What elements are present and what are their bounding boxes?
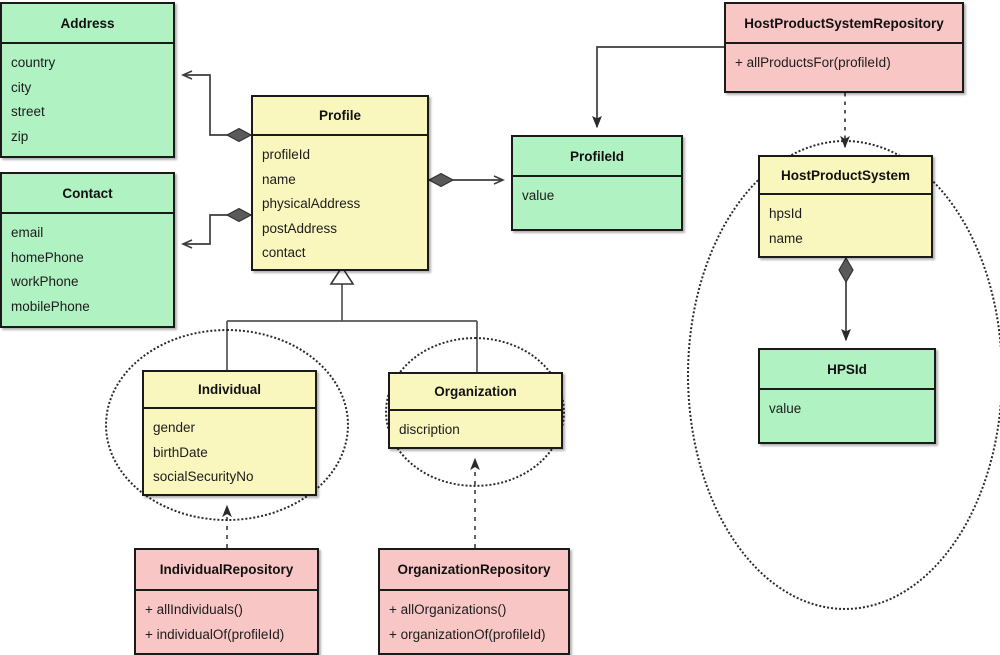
class-box-hostproductsystemrepository[interactable]: HostProductSystemRepository + allProducts…	[724, 2, 964, 93]
class-member: + organizationOf(profileId)	[389, 626, 546, 642]
class-title-profileid: ProfileId	[513, 137, 681, 177]
class-member: workPhone	[11, 274, 79, 289]
class-member: + individualOf(profileId)	[145, 626, 285, 642]
class-title-organizationrepository: OrganizationRepository	[380, 550, 568, 591]
class-box-contact[interactable]: Contact email homePhone workPhone mobilePhon…	[0, 172, 175, 328]
class-member: postAddress	[262, 220, 338, 236]
class-members-hpsid: value	[760, 390, 934, 428]
class-member: physicalAddress	[262, 196, 361, 211]
class-box-organizationrepository[interactable]: OrganizationRepository + allOrganizations…	[378, 548, 570, 655]
class-members-individualrepository: + allIndividuals() + individualOf(profile…	[136, 591, 317, 653]
class-member: mobilePhone	[11, 298, 90, 314]
class-member: gender	[153, 420, 196, 435]
class-title-hostproductsystemrepository: HostProductSystemRepository	[726, 4, 962, 44]
edge-profile-profileid	[427, 172, 505, 188]
class-members-hostproductsystemrepository: + allProductsFor(profileId)	[726, 44, 962, 82]
class-box-address[interactable]: Address country city street zip	[0, 2, 175, 158]
class-member: + allIndividuals()	[145, 602, 243, 617]
class-box-organization[interactable]: Organization discription	[388, 372, 563, 449]
class-member: name	[262, 171, 296, 187]
class-members-hostproductsystem: hpsId name	[760, 195, 931, 257]
edge-profile-address	[181, 70, 253, 143]
class-member: zip	[11, 128, 29, 144]
class-box-individualrepository[interactable]: IndividualRepository + allIndividuals() + …	[134, 548, 319, 655]
class-title-address: Address	[2, 4, 173, 44]
class-member: value	[522, 188, 555, 203]
class-member: homePhone	[11, 249, 84, 265]
class-members-organization: discription	[390, 411, 561, 449]
class-member: + allProductsFor(profileId)	[735, 55, 891, 70]
class-member: country	[11, 55, 56, 70]
class-member: birthDate	[153, 444, 208, 460]
edge-hpsrepo-profileid	[597, 46, 724, 127]
class-title-individual: Individual	[144, 372, 315, 409]
class-member: + allOrganizations()	[389, 602, 507, 617]
class-member: name	[769, 230, 803, 246]
class-box-profileid[interactable]: ProfileId value	[511, 135, 683, 231]
class-member: email	[11, 225, 44, 240]
class-member: value	[769, 401, 802, 416]
class-box-individual[interactable]: Individual gender birthDate socialSecurityN…	[142, 370, 317, 496]
class-member: street	[11, 104, 45, 119]
uml-class-diagram: Address country city street zip Contact email h…	[0, 0, 1000, 655]
class-title-hpsid: HPSId	[760, 350, 934, 390]
class-members-organizationrepository: + allOrganizations() + organizationOf(pro…	[380, 591, 568, 653]
class-title-hostproductsystem: HostProductSystem	[760, 157, 931, 195]
class-member: hpsId	[769, 206, 803, 221]
class-members-contact: email homePhone workPhone mobilePhone	[2, 214, 173, 325]
class-member: socialSecurityNo	[153, 469, 254, 484]
class-member: contact	[262, 245, 306, 260]
class-title-profile: Profile	[253, 97, 427, 136]
class-title-organization: Organization	[390, 374, 561, 411]
edge-profile-contact	[181, 207, 253, 249]
class-box-hostproductsystem[interactable]: HostProductSystem hpsId name	[758, 155, 933, 258]
class-members-profile: profileId name physicalAddress postAddress c…	[253, 136, 427, 272]
class-box-profile[interactable]: Profile profileId name physicalAddress postA…	[251, 95, 429, 271]
class-member: discription	[399, 422, 460, 437]
class-title-individualrepository: IndividualRepository	[136, 550, 317, 591]
class-box-hpsid[interactable]: HPSId value	[758, 348, 936, 444]
class-member: city	[11, 79, 32, 95]
class-members-profileid: value	[513, 177, 681, 215]
class-members-individual: gender birthDate socialSecurityNo	[144, 409, 315, 496]
class-members-address: country city street zip	[2, 44, 173, 155]
class-title-contact: Contact	[2, 174, 173, 214]
class-member: profileId	[262, 147, 311, 162]
